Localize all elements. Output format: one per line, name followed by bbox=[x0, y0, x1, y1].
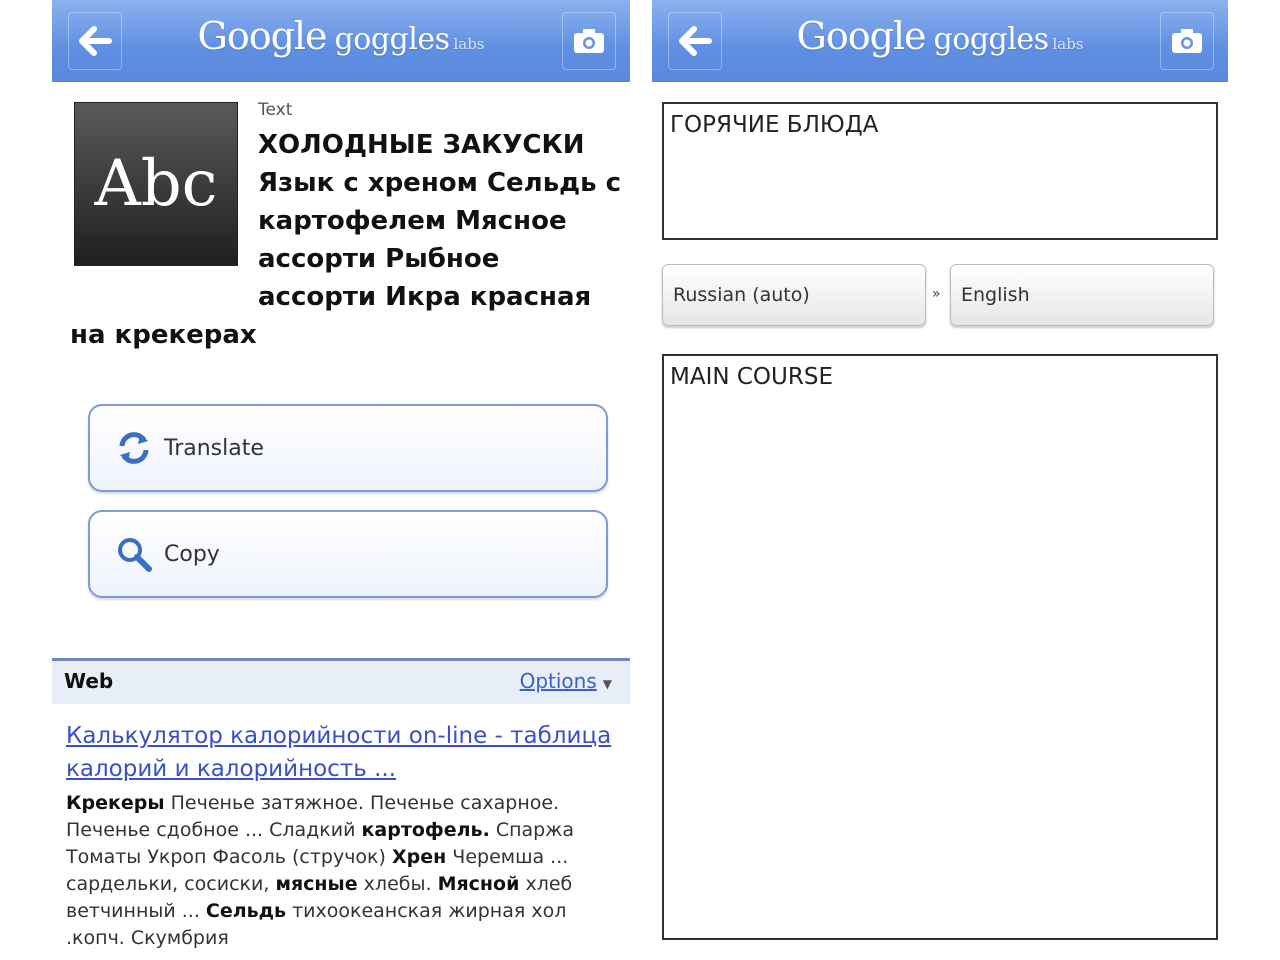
camera-icon bbox=[574, 29, 604, 53]
search-result-snippet: Крекеры Печенье затяжное. Печенье сахарн… bbox=[66, 790, 626, 952]
search-result-title[interactable]: Калькулятор калорийности on-line - табли… bbox=[66, 720, 616, 786]
logo-google: Google bbox=[796, 14, 926, 58]
search-icon bbox=[114, 534, 154, 574]
options-caret-icon: ▼ bbox=[602, 677, 612, 691]
snippet-part: Мясной bbox=[437, 873, 520, 895]
language-separator: » bbox=[932, 286, 941, 302]
source-text-field[interactable]: ГОРЯЧИЕ БЛЮДА bbox=[662, 102, 1218, 240]
web-section-header: Web Options ▼ bbox=[52, 658, 630, 704]
copy-label: Copy bbox=[164, 541, 220, 567]
recognized-text: ХОЛОДНЫЕ ЗАКУСКИ Язык с хреном Сельдь с … bbox=[70, 126, 626, 354]
snippet-part: Крекеры bbox=[66, 792, 165, 814]
snippet-part: хлебы. bbox=[357, 873, 438, 895]
options-link[interactable]: Options ▼ bbox=[520, 669, 612, 693]
snippet-part: мясные bbox=[275, 873, 358, 895]
translate-screen: Google goggles labs ГОРЯЧИЕ БЛЮДА Russian … bbox=[652, 0, 1228, 960]
logo-labs: labs bbox=[453, 35, 485, 53]
top-bar: Google goggles labs bbox=[652, 0, 1228, 82]
translate-icon bbox=[114, 428, 154, 468]
logo-google: Google bbox=[197, 14, 327, 58]
camera-icon bbox=[1172, 29, 1202, 53]
camera-button[interactable] bbox=[562, 12, 616, 70]
snippet-part: картофель. bbox=[361, 819, 490, 841]
top-bar: Google goggles labs bbox=[52, 0, 630, 82]
logo-labs: labs bbox=[1052, 35, 1084, 53]
result-type-label: Text bbox=[258, 100, 293, 120]
source-language-select[interactable]: Russian (auto) bbox=[662, 264, 926, 326]
web-section-label: Web bbox=[64, 669, 114, 693]
translate-label: Translate bbox=[164, 435, 264, 461]
copy-button[interactable]: Copy bbox=[88, 510, 608, 598]
results-screen: Google goggles labs Abc Text ХОЛОДНЫЕ ЗАКУ… bbox=[52, 0, 630, 960]
translated-text-field[interactable]: MAIN COURSE bbox=[662, 354, 1218, 940]
snippet-part: Хрен bbox=[391, 846, 447, 868]
logo-goggles: goggles bbox=[334, 22, 450, 57]
translate-button[interactable]: Translate bbox=[88, 404, 608, 492]
app-logo: Google goggles labs bbox=[52, 14, 630, 58]
app-logo: Google goggles labs bbox=[652, 14, 1228, 58]
snippet-part: Сельдь bbox=[205, 900, 287, 922]
options-label: Options bbox=[519, 669, 597, 693]
logo-goggles: goggles bbox=[933, 22, 1049, 57]
recognized-text-content: ХОЛОДНЫЕ ЗАКУСКИ Язык с хреном Сельдь с … bbox=[70, 130, 622, 350]
camera-button[interactable] bbox=[1160, 12, 1214, 70]
target-language-select[interactable]: English bbox=[950, 264, 1214, 326]
